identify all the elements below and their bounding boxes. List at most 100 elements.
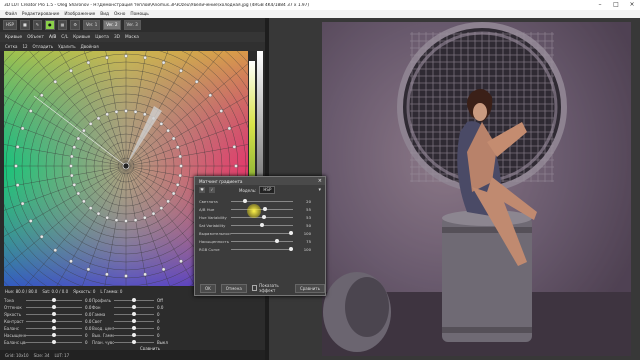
slider-track[interactable]	[114, 332, 154, 337]
tab-curves[interactable]: Кривые	[5, 35, 22, 40]
grid-control-point[interactable]	[69, 259, 73, 264]
slider-knob[interactable]	[132, 325, 136, 330]
grid-control-point[interactable]	[232, 145, 237, 149]
dialog-slider-knob[interactable]	[242, 198, 247, 203]
slider-track[interactable]	[114, 304, 154, 309]
grid-control-point[interactable]	[124, 54, 128, 58]
slider-knob[interactable]	[52, 318, 56, 323]
slider-knob[interactable]	[52, 332, 56, 337]
grid-control-point[interactable]	[179, 164, 183, 168]
slider-track[interactable]	[26, 297, 82, 302]
grid-control-point[interactable]	[76, 136, 81, 141]
minimize-icon[interactable]: –	[592, 0, 608, 10]
grid-control-point[interactable]	[20, 201, 25, 206]
grid-control-point[interactable]	[39, 234, 44, 239]
hsp-mode-select[interactable]: HSP	[3, 20, 17, 30]
dialog-close-icon[interactable]: ×	[318, 178, 322, 184]
grid-control-point[interactable]	[82, 128, 86, 133]
dialog-slider-track[interactable]	[231, 198, 293, 203]
maximize-icon[interactable]: □	[608, 0, 624, 10]
grid-control-point[interactable]	[133, 110, 138, 114]
slider-knob[interactable]	[52, 311, 56, 316]
tab-ab[interactable]: A/B	[49, 35, 56, 40]
grid-control-point[interactable]	[175, 183, 180, 187]
debug-button[interactable]: Отладить	[33, 44, 54, 49]
close-icon[interactable]: ×	[624, 0, 640, 10]
dialog-slider-knob[interactable]	[289, 230, 293, 235]
grid-control-point[interactable]	[14, 164, 18, 168]
compare-dialog-button[interactable]: Сравнить	[294, 283, 325, 293]
menu-view[interactable]: Вид	[100, 12, 109, 17]
delete-button[interactable]: Удалить	[58, 44, 76, 49]
grid-control-point[interactable]	[234, 164, 238, 168]
grid-control-point[interactable]	[20, 126, 25, 131]
grid-control-point[interactable]	[151, 211, 156, 216]
slider-track[interactable]	[114, 339, 154, 344]
grid-control-point[interactable]	[86, 267, 91, 272]
tab-mask[interactable]: Маска	[125, 35, 139, 40]
slider-knob[interactable]	[52, 297, 56, 302]
grid-control-point[interactable]	[105, 215, 109, 220]
slider-track[interactable]	[114, 297, 154, 302]
grid-control-point[interactable]	[15, 145, 20, 149]
ok-icon[interactable]: ✓	[209, 187, 215, 193]
grid-control-point[interactable]	[88, 122, 93, 126]
grid-control-point[interactable]	[166, 199, 170, 204]
mode-select[interactable]: HSP	[259, 186, 276, 194]
grid-control-point[interactable]	[124, 109, 128, 113]
grid-control-point[interactable]	[178, 173, 182, 178]
grid-control-point[interactable]	[143, 215, 147, 220]
slider-track[interactable]	[26, 332, 82, 337]
slider-knob[interactable]	[132, 332, 136, 337]
dialog-slider-knob[interactable]	[289, 246, 293, 251]
slider-knob[interactable]	[132, 311, 136, 316]
version-2-button[interactable]: Ver. 2	[103, 20, 121, 30]
grid-control-point[interactable]	[159, 122, 164, 126]
grid-control-point[interactable]	[179, 259, 183, 264]
grid-control-point[interactable]	[105, 272, 109, 277]
preview-checkbox[interactable]	[251, 285, 258, 291]
grid-control-point[interactable]	[133, 218, 138, 222]
dialog-slider-track[interactable]	[231, 206, 293, 211]
tab-colors[interactable]: Цвета	[95, 35, 109, 40]
grid-control-point[interactable]	[124, 274, 128, 278]
grid-control-point[interactable]	[159, 206, 164, 210]
grid-control-point[interactable]	[69, 68, 73, 73]
ok-button[interactable]: OK	[200, 283, 216, 293]
dialog-menu-icon[interactable]: ▾	[318, 187, 321, 193]
grid-control-point[interactable]	[166, 128, 170, 133]
grid-control-point[interactable]	[69, 164, 73, 168]
grid-control-point[interactable]	[72, 145, 77, 149]
settings-icon[interactable]: ⚙	[70, 20, 80, 30]
dialog-slider-track[interactable]	[231, 238, 293, 243]
grid-icon[interactable]: ▦	[57, 20, 68, 30]
green-toggle-button[interactable]: ●	[45, 20, 55, 30]
dialog-slider-track[interactable]	[231, 222, 293, 227]
grid-control-point[interactable]	[171, 136, 176, 141]
tab-cl[interactable]: C/L	[61, 35, 68, 40]
grid-control-point[interactable]	[70, 173, 74, 178]
dialog-slider-track[interactable]	[231, 246, 293, 251]
grid-control-point[interactable]	[96, 211, 101, 216]
grid-control-point[interactable]	[53, 248, 58, 253]
slider-knob[interactable]	[52, 325, 56, 330]
grid-control-point[interactable]	[28, 109, 33, 113]
grid-control-point[interactable]	[72, 183, 77, 187]
grid-control-point[interactable]	[76, 191, 81, 196]
heart-icon[interactable]: ♥	[199, 187, 205, 193]
picker-icon[interactable]: ✎	[32, 20, 43, 30]
grid-control-point[interactable]	[194, 79, 199, 84]
menu-image[interactable]: Изображение	[64, 12, 95, 17]
menu-edit[interactable]: Редактирование	[22, 12, 60, 17]
slider-knob[interactable]	[132, 297, 136, 302]
version-3-button[interactable]: Ver. 3	[123, 20, 141, 30]
grid-control-point[interactable]	[175, 145, 180, 149]
grid-control-point[interactable]	[86, 60, 91, 65]
grid-control-point[interactable]	[124, 219, 128, 223]
slider-track[interactable]	[114, 325, 154, 330]
slider-track[interactable]	[26, 325, 82, 330]
grid-control-point[interactable]	[178, 154, 182, 159]
grid-control-point[interactable]	[171, 191, 176, 196]
menu-file[interactable]: Файл	[5, 12, 17, 17]
color-swatch-button[interactable]: ■	[19, 20, 30, 30]
